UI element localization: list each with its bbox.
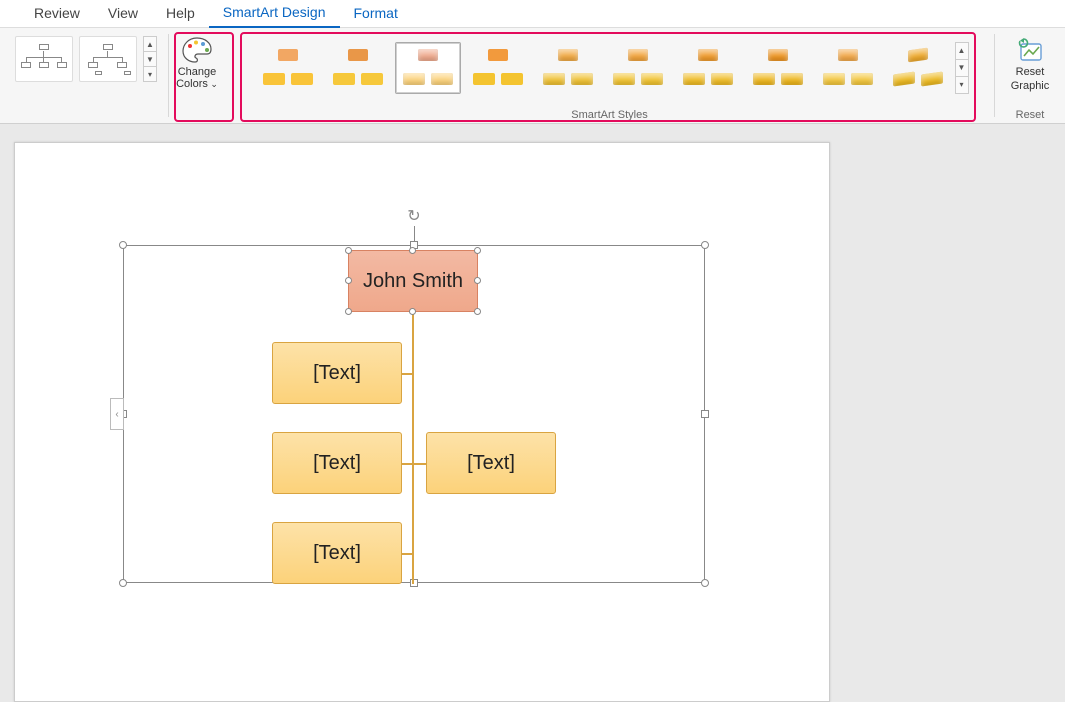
text-pane-toggle[interactable]: ‹ bbox=[110, 398, 124, 430]
style-thumb[interactable] bbox=[395, 42, 461, 94]
smartart-node-text: [Text] bbox=[307, 542, 367, 565]
reset-graphic-icon bbox=[1015, 38, 1045, 64]
rotate-handle-icon[interactable]: ↻ bbox=[405, 208, 423, 226]
layout-gallery-scroll[interactable]: ▲ ▼ ▾ bbox=[143, 36, 157, 82]
reset-group-label: Reset bbox=[995, 109, 1065, 121]
change-colors-label-2: Colors ⌄ bbox=[169, 78, 225, 90]
tab-smartart-design[interactable]: SmartArt Design bbox=[209, 0, 340, 28]
style-thumb[interactable] bbox=[745, 42, 811, 94]
styles-gallery-scroll[interactable]: ▲▼▾ bbox=[955, 42, 969, 94]
smartart-node-text: [Text] bbox=[307, 452, 367, 475]
style-thumb[interactable] bbox=[325, 42, 391, 94]
node-handle[interactable] bbox=[345, 308, 352, 315]
tab-format[interactable]: Format bbox=[340, 1, 412, 27]
reset-group: Reset Graphic Reset bbox=[995, 28, 1065, 123]
styles-gallery-more-icon[interactable]: ▾ bbox=[956, 77, 968, 93]
reset-graphic-label-2: Graphic bbox=[998, 80, 1062, 92]
ribbon: ▲ ▼ ▾ Change Colors ⌄ ▲▼▾ SmartArt Style… bbox=[0, 28, 1065, 124]
ribbon-tabs: Review View Help SmartArt Design Format bbox=[0, 0, 1065, 28]
layouts-group: ▲ ▼ ▾ bbox=[0, 28, 168, 123]
tab-review[interactable]: Review bbox=[20, 1, 94, 27]
layout-gallery-down-icon[interactable]: ▼ bbox=[144, 52, 156, 67]
node-handle[interactable] bbox=[345, 247, 352, 254]
styles-group-label: SmartArt Styles bbox=[225, 109, 994, 121]
node-handle[interactable] bbox=[474, 247, 481, 254]
node-handle[interactable] bbox=[345, 277, 352, 284]
style-thumb[interactable] bbox=[465, 42, 531, 94]
smartart-node-root[interactable]: John Smith bbox=[348, 250, 478, 312]
style-thumb[interactable] bbox=[255, 42, 321, 94]
page: ↻ ‹ John Smith bbox=[14, 142, 830, 702]
document-area: ↻ ‹ John Smith bbox=[0, 124, 1065, 687]
node-handle[interactable] bbox=[409, 308, 416, 315]
style-thumb[interactable] bbox=[815, 42, 881, 94]
connector bbox=[402, 553, 413, 555]
tab-view[interactable]: View bbox=[94, 1, 152, 27]
style-thumb[interactable] bbox=[885, 42, 951, 94]
node-handle[interactable] bbox=[474, 277, 481, 284]
styles-gallery-down-icon[interactable]: ▼ bbox=[956, 60, 968, 77]
layout-gallery-up-icon[interactable]: ▲ bbox=[144, 37, 156, 52]
reset-graphic-label-1: Reset bbox=[998, 66, 1062, 78]
change-colors-label-1: Change bbox=[169, 66, 225, 78]
style-thumb[interactable] bbox=[605, 42, 671, 94]
smartart-node-root-text: John Smith bbox=[357, 270, 469, 293]
frame-handle-sw[interactable] bbox=[119, 579, 127, 587]
smartart-frame[interactable]: ↻ ‹ John Smith bbox=[123, 245, 705, 583]
connector bbox=[402, 373, 413, 375]
style-thumb[interactable] bbox=[675, 42, 741, 94]
layout-thumb-1[interactable] bbox=[15, 36, 73, 82]
smartart-node-text: [Text] bbox=[461, 452, 521, 475]
smartart-node-sub3[interactable]: [Text] bbox=[426, 432, 556, 494]
tab-help[interactable]: Help bbox=[152, 1, 209, 27]
change-colors-button[interactable]: Change Colors ⌄ bbox=[169, 28, 225, 123]
frame-handle-nw[interactable] bbox=[119, 241, 127, 249]
smartart-node-text: [Text] bbox=[307, 362, 367, 385]
frame-handle-e[interactable] bbox=[701, 410, 709, 418]
frame-handle-se[interactable] bbox=[701, 579, 709, 587]
node-handle[interactable] bbox=[474, 308, 481, 315]
reset-graphic-button[interactable]: Reset Graphic bbox=[998, 28, 1062, 92]
smartart-node-sub4[interactable]: [Text] bbox=[272, 522, 402, 584]
smartart-node-sub1[interactable]: [Text] bbox=[272, 342, 402, 404]
frame-handle-ne[interactable] bbox=[701, 241, 709, 249]
layout-gallery-more-icon[interactable]: ▾ bbox=[144, 67, 156, 81]
smartart-node-sub2[interactable]: [Text] bbox=[272, 432, 402, 494]
node-handle[interactable] bbox=[409, 247, 416, 254]
smartart-styles-group: ▲▼▾ SmartArt Styles bbox=[225, 28, 994, 123]
connector bbox=[412, 313, 414, 584]
style-thumb[interactable] bbox=[535, 42, 601, 94]
palette-icon bbox=[181, 36, 213, 64]
styles-gallery-up-icon[interactable]: ▲ bbox=[956, 43, 968, 60]
layout-thumb-2[interactable] bbox=[79, 36, 137, 82]
connector bbox=[402, 463, 427, 465]
